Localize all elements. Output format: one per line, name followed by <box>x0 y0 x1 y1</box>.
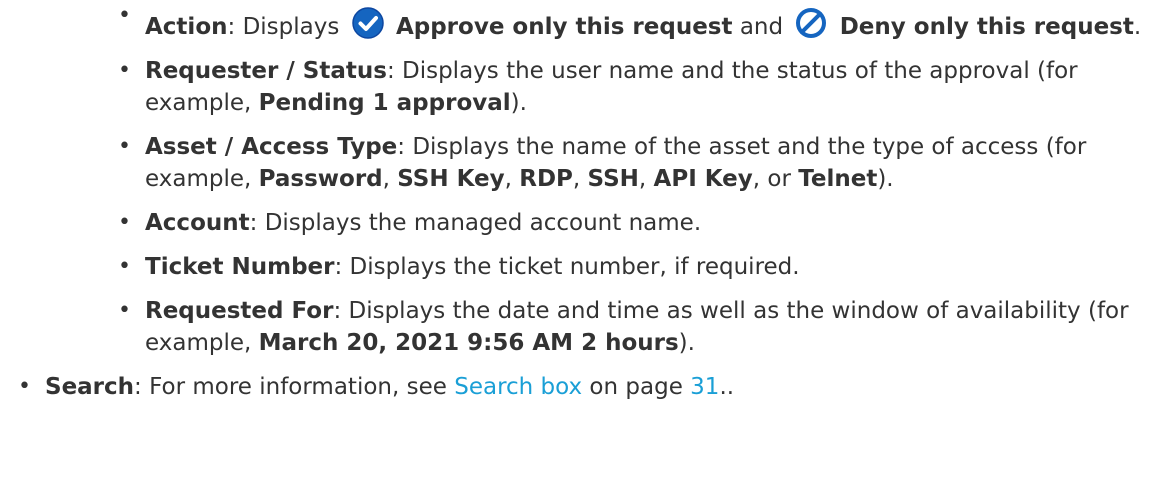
search-box-link[interactable]: Search box <box>454 374 582 400</box>
list-item-requested-for: • Requested For: Displays the date and t… <box>0 295 1155 359</box>
deny-label: Deny only this request <box>839 14 1134 40</box>
example-ssh-key: SSH Key <box>397 166 505 192</box>
term-requested-for: Requested For <box>145 298 334 324</box>
document-page: • Action: Displays Approve only this req… <box>0 3 1155 483</box>
bullet: • <box>118 210 131 235</box>
example-value: Pending 1 approval <box>258 90 511 116</box>
list-item-account: • Account: Displays the managed account … <box>0 207 1155 239</box>
bullet: • <box>18 374 31 399</box>
example-value: March 20, 2021 9:56 AM 2 hours <box>258 330 679 356</box>
bullet: • <box>118 298 131 323</box>
term-requester-status: Requester / Status <box>145 58 387 84</box>
term-ticket-number: Ticket Number <box>145 254 335 280</box>
example-telnet: Telnet <box>798 166 878 192</box>
list-item-search: • Search: For more information, see Sear… <box>0 371 1155 403</box>
approve-label: Approve only this request <box>395 14 733 40</box>
example-ssh: SSH <box>587 166 639 192</box>
example-password: Password <box>258 166 383 192</box>
example-rdp: RDP <box>519 166 573 192</box>
action-description: Displays <box>242 14 340 40</box>
example-api-key: API Key <box>653 166 753 192</box>
list-item-ticket-number: • Ticket Number: Displays the ticket num… <box>0 251 1155 283</box>
list-item-action: • Action: Displays Approve only this req… <box>0 3 1155 43</box>
prohibited-icon <box>794 6 828 40</box>
page-number-link[interactable]: 31 <box>690 374 719 400</box>
list-item-asset-access-type: • Asset / Access Type: Displays the name… <box>0 131 1155 195</box>
bullet: • <box>118 58 131 83</box>
term-asset-access-type: Asset / Access Type <box>145 134 398 160</box>
bullet: • <box>118 3 131 28</box>
top-level-list: • Search: For more information, see Sear… <box>0 371 1155 403</box>
term-account: Account <box>145 210 250 236</box>
check-circle-icon <box>351 6 385 40</box>
term-search: Search <box>45 374 135 400</box>
list-item-requester-status: • Requester / Status: Displays the user … <box>0 55 1155 119</box>
bullet: • <box>118 134 131 159</box>
term-action: Action <box>145 14 228 40</box>
bullet: • <box>118 254 131 279</box>
column-description-list: • Action: Displays Approve only this req… <box>0 3 1155 359</box>
